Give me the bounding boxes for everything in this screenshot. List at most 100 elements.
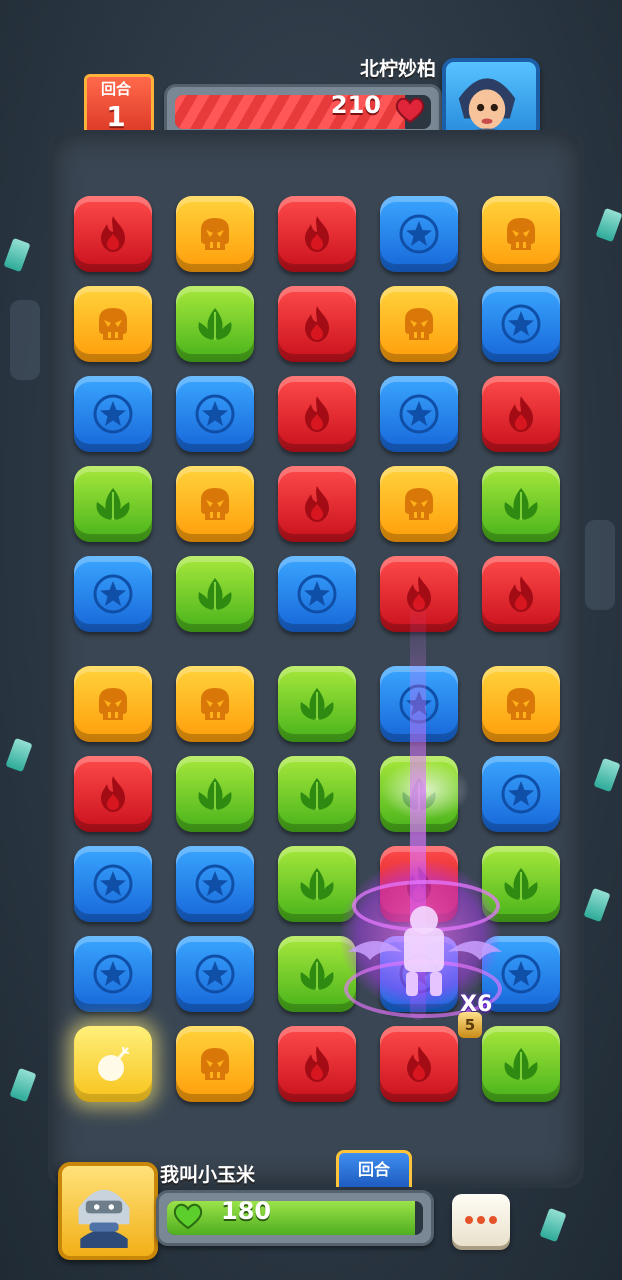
fire-icon	[509, 396, 533, 432]
combo-shield-badge: 5	[458, 1012, 482, 1038]
tile-bomb[interactable]	[74, 1026, 152, 1102]
star-icon	[399, 214, 439, 254]
more-options-button[interactable]	[452, 1194, 510, 1246]
player-avatar[interactable]	[58, 1162, 158, 1260]
tile-star[interactable]	[74, 376, 152, 452]
skull-icon	[201, 218, 229, 250]
fire-icon	[101, 216, 125, 252]
leaf-icon	[96, 488, 130, 520]
enemy-hp-value: 210	[330, 91, 381, 119]
cave-rock	[585, 520, 615, 610]
crystal-decoration	[539, 1207, 567, 1243]
tile-star[interactable]	[176, 846, 254, 922]
tile-star[interactable]	[176, 376, 254, 452]
crystal-decoration	[583, 887, 611, 923]
leaf-icon	[300, 778, 334, 810]
star-icon	[501, 774, 541, 814]
tile-skull[interactable]	[176, 666, 254, 742]
leaf-icon	[198, 578, 232, 610]
heart-icon	[395, 97, 425, 124]
star-icon	[93, 394, 133, 434]
tile-star[interactable]	[482, 756, 560, 832]
enemy-health-track	[175, 95, 431, 129]
bomb-icon	[98, 1046, 130, 1081]
tile-star[interactable]	[176, 936, 254, 1012]
round-number: 1	[106, 100, 126, 133]
skull-icon	[201, 1048, 229, 1080]
tile-star[interactable]	[380, 196, 458, 272]
tile-leaf[interactable]	[176, 556, 254, 632]
fire-icon	[101, 776, 125, 812]
tile-leaf[interactable]	[278, 666, 356, 742]
leaf-icon	[504, 1048, 538, 1080]
tile-skull[interactable]	[176, 1026, 254, 1102]
tile-fire[interactable]	[482, 376, 560, 452]
tile-skull[interactable]	[482, 196, 560, 272]
tile-skull[interactable]	[482, 666, 560, 742]
player-health-track	[167, 1201, 423, 1235]
tile-star[interactable]	[74, 936, 152, 1012]
tile-skull[interactable]	[380, 466, 458, 542]
tile-star[interactable]	[74, 846, 152, 922]
tile-leaf[interactable]	[278, 756, 356, 832]
tile-skull[interactable]	[176, 196, 254, 272]
fire-icon	[305, 216, 329, 252]
tile-skull[interactable]	[380, 286, 458, 362]
star-icon	[93, 954, 133, 994]
skull-icon	[405, 488, 433, 520]
player-hp-value: 180	[221, 1197, 272, 1225]
tile-fire[interactable]	[74, 756, 152, 832]
star-icon	[93, 864, 133, 904]
star-icon	[297, 574, 337, 614]
tile-star[interactable]	[278, 556, 356, 632]
leaf-icon	[300, 958, 334, 990]
tile-skull[interactable]	[74, 666, 152, 742]
tile-fire[interactable]	[278, 1026, 356, 1102]
tile-leaf[interactable]	[176, 286, 254, 362]
leaf-icon	[300, 688, 334, 720]
ellipsis-dot	[489, 1216, 497, 1224]
ellipsis-dot	[477, 1216, 485, 1224]
star-icon	[93, 574, 133, 614]
star-icon	[399, 394, 439, 434]
skull-icon	[405, 308, 433, 340]
skull-icon	[201, 488, 229, 520]
star-icon	[195, 954, 235, 994]
star-icon	[501, 304, 541, 344]
turn-indicator: 回合	[336, 1150, 412, 1187]
tile-fire[interactable]	[278, 466, 356, 542]
leaf-icon	[300, 868, 334, 900]
tile-leaf[interactable]	[482, 466, 560, 542]
leaf-icon	[504, 488, 538, 520]
tile-fire[interactable]	[482, 556, 560, 632]
skull-icon	[507, 688, 535, 720]
tile-fire[interactable]	[74, 196, 152, 272]
tile-leaf[interactable]	[176, 756, 254, 832]
tile-fire[interactable]	[278, 286, 356, 362]
leaf-icon	[198, 778, 232, 810]
tile-fire[interactable]	[278, 376, 356, 452]
tile-star[interactable]	[74, 556, 152, 632]
skull-icon	[201, 688, 229, 720]
crystal-decoration	[3, 237, 31, 273]
tile-leaf[interactable]	[74, 466, 152, 542]
round-label: 回合	[100, 80, 131, 98]
tile-leaf[interactable]	[482, 1026, 560, 1102]
player-portrait-icon	[78, 1189, 130, 1248]
tile-star[interactable]	[482, 286, 560, 362]
green-heart-icon	[173, 1203, 203, 1230]
fire-icon	[305, 396, 329, 432]
skull-icon	[99, 308, 127, 340]
player-health-fill	[167, 1201, 416, 1235]
tile-fire[interactable]	[278, 196, 356, 272]
star-icon	[195, 864, 235, 904]
tile-star[interactable]	[380, 376, 458, 452]
skull-icon	[99, 688, 127, 720]
tile-fire[interactable]	[380, 1026, 458, 1102]
ellipsis-icon	[465, 1216, 473, 1224]
tile-skull[interactable]	[74, 286, 152, 362]
crystal-decoration	[593, 757, 621, 793]
tile-skull[interactable]	[176, 466, 254, 542]
star-icon	[195, 394, 235, 434]
game-board	[48, 130, 584, 1188]
